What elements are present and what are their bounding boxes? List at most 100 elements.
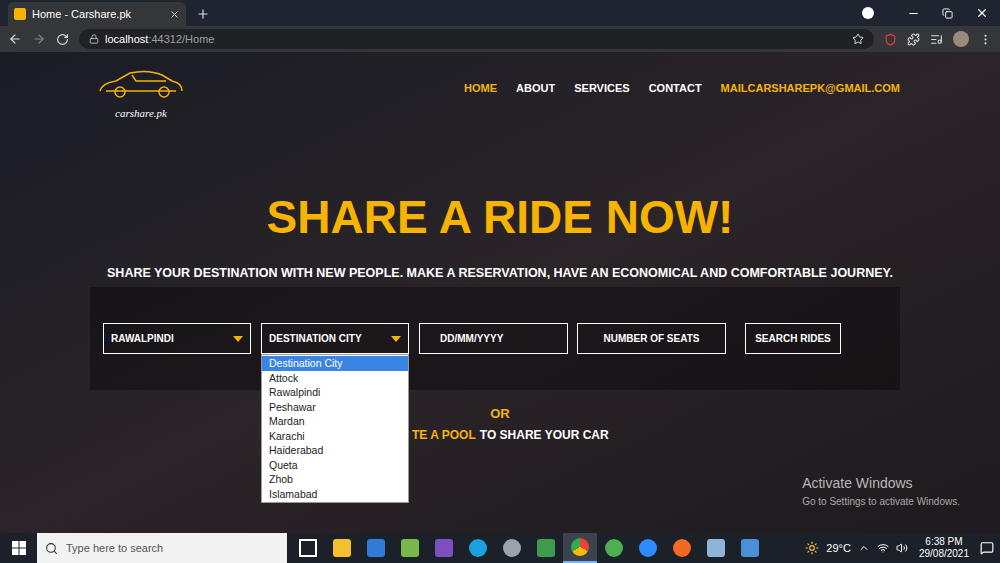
media-icon[interactable] bbox=[930, 33, 943, 46]
hero-subtitle: SHARE YOUR DESTINATION WITH NEW PEOPLE. … bbox=[0, 265, 1000, 281]
destination-option[interactable]: Mardan bbox=[262, 414, 408, 429]
bookmark-star-icon[interactable] bbox=[852, 33, 864, 45]
destination-option[interactable]: Haiderabad bbox=[262, 443, 408, 458]
windows-logo-icon bbox=[12, 541, 26, 555]
create-pool-link[interactable]: TE A POOL bbox=[412, 427, 476, 443]
zoom-app-icon bbox=[639, 539, 657, 557]
weather-icon bbox=[805, 541, 819, 555]
nav-item[interactable]: CONTACT bbox=[649, 80, 702, 97]
excel-app-icon bbox=[537, 539, 555, 557]
explorer-app-icon bbox=[333, 539, 351, 557]
chrome-app-icon bbox=[571, 538, 589, 556]
restore-icon[interactable] bbox=[942, 8, 953, 19]
extension-icon[interactable] bbox=[884, 33, 897, 46]
taskbar-app[interactable] bbox=[529, 533, 563, 563]
taskbar-app[interactable] bbox=[495, 533, 529, 563]
dropdown-arrow-icon bbox=[233, 336, 243, 342]
destination-select[interactable]: DESTINATION CITY bbox=[261, 323, 409, 354]
nav-item[interactable]: ABOUT bbox=[516, 80, 555, 97]
omnibox[interactable]: localhost:44312/Home bbox=[79, 29, 874, 49]
taskbar-app[interactable] bbox=[699, 533, 733, 563]
tab-title: Home - Carshare.pk bbox=[32, 6, 163, 23]
destination-option[interactable]: Destination City bbox=[262, 356, 408, 371]
taskbar-app[interactable] bbox=[427, 533, 461, 563]
date-input[interactable]: DD/MM/YYYY bbox=[419, 323, 568, 354]
extensions-icon[interactable] bbox=[907, 33, 920, 46]
taskbar-app[interactable] bbox=[597, 533, 631, 563]
new-tab-icon[interactable] bbox=[196, 7, 210, 21]
gray-app-icon bbox=[503, 539, 521, 557]
skype-app-icon bbox=[469, 539, 487, 557]
contact-email[interactable]: MAILCARSHAREPK@GMAIL.COM bbox=[721, 80, 900, 97]
volume-icon[interactable] bbox=[896, 542, 908, 554]
taskbar-app[interactable] bbox=[393, 533, 427, 563]
browser-tab[interactable]: Home - Carshare.pk bbox=[8, 2, 186, 26]
minimize-icon[interactable] bbox=[907, 7, 920, 20]
green-app-icon bbox=[605, 539, 623, 557]
destination-option[interactable]: Attock bbox=[262, 371, 408, 386]
hero-title: SHARE A RIDE NOW! bbox=[0, 192, 1000, 242]
toolbar: localhost:44312/Home bbox=[0, 26, 1000, 52]
taskbar-search[interactable]: Type here to search bbox=[37, 533, 287, 563]
favicon-icon bbox=[14, 8, 26, 20]
destination-option[interactable]: Peshawar bbox=[262, 400, 408, 415]
destination-options: Destination CityAttockRawalpindiPeshawar… bbox=[261, 354, 409, 503]
main-nav: HOME ABOUT SERVICES CONTACT MAILCARSHAREPK@G… bbox=[464, 80, 900, 97]
car-logo-icon bbox=[96, 65, 186, 101]
taskview-app-icon bbox=[299, 539, 317, 557]
taskbar-app[interactable] bbox=[359, 533, 393, 563]
taskbar: Type here to search 29°C 6:38 PM29/08/2021 bbox=[0, 533, 1000, 563]
network-icon[interactable] bbox=[877, 542, 889, 554]
destination-option[interactable]: Zhob bbox=[262, 472, 408, 487]
destination-option[interactable]: Rawalpindi bbox=[262, 385, 408, 400]
lock-icon bbox=[89, 34, 99, 44]
nav-item[interactable]: HOME bbox=[464, 80, 497, 97]
seats-input[interactable]: NUMBER OF SEATS bbox=[577, 323, 726, 354]
orange-app-icon bbox=[673, 539, 691, 557]
menu-icon[interactable] bbox=[979, 33, 992, 46]
clock[interactable]: 6:38 PM29/08/2021 bbox=[915, 536, 973, 560]
taskbar-app[interactable] bbox=[291, 533, 325, 563]
taskbar-app[interactable] bbox=[631, 533, 665, 563]
taskbar-app[interactable] bbox=[563, 533, 597, 563]
notifications-icon[interactable] bbox=[980, 541, 994, 555]
forward-icon[interactable] bbox=[32, 32, 46, 46]
or-label: OR bbox=[0, 406, 1000, 422]
dropdown-arrow-icon bbox=[391, 336, 401, 342]
search-rides-button[interactable]: SEARCH RIDES bbox=[745, 323, 841, 354]
media-control-icon[interactable] bbox=[862, 7, 874, 19]
destination-option[interactable]: Queta bbox=[262, 458, 408, 473]
weather[interactable]: 29°C bbox=[826, 540, 851, 557]
files-app-icon bbox=[707, 539, 725, 557]
activation-watermark: Activate WindowsGo to Settings to activa… bbox=[802, 473, 960, 509]
nav-item[interactable]: SERVICES bbox=[574, 80, 629, 97]
camera-app-icon bbox=[741, 539, 759, 557]
tab-strip: Home - Carshare.pk bbox=[0, 0, 1000, 26]
taskbar-app[interactable] bbox=[461, 533, 495, 563]
logo[interactable]: carshare.pk bbox=[95, 55, 187, 122]
url: localhost:44312/Home bbox=[105, 31, 846, 48]
pool-text: TO SHARE YOUR CAR bbox=[480, 427, 609, 443]
close-window-icon[interactable] bbox=[975, 6, 989, 20]
taskbar-app[interactable] bbox=[733, 533, 767, 563]
search-icon bbox=[45, 542, 58, 555]
taskbar-app[interactable] bbox=[325, 533, 359, 563]
logo-text: carshare.pk bbox=[115, 105, 167, 122]
notepad-app-icon bbox=[401, 539, 419, 557]
destination-option[interactable]: Karachi bbox=[262, 429, 408, 444]
tray-expand-icon[interactable] bbox=[858, 542, 870, 554]
vs-app-icon bbox=[435, 539, 453, 557]
origin-select[interactable]: RAWALPINDI bbox=[103, 323, 251, 354]
reload-icon[interactable] bbox=[56, 33, 69, 46]
navbar: carshare.pk HOME ABOUT SERVICES CONTACT MAILC… bbox=[0, 52, 1000, 124]
close-tab-icon[interactable] bbox=[169, 9, 180, 20]
taskbar-app[interactable] bbox=[665, 533, 699, 563]
page: carshare.pk HOME ABOUT SERVICES CONTACT MAILC… bbox=[0, 52, 1000, 533]
back-icon[interactable] bbox=[8, 32, 22, 46]
destination-option[interactable]: Islamabad bbox=[262, 487, 408, 502]
start-button[interactable] bbox=[0, 533, 37, 563]
pool-line: TE A POOLTO SHARE YOUR CAR bbox=[0, 427, 1000, 443]
avatar-icon[interactable] bbox=[953, 31, 969, 47]
screen: Home - Carshare.pk localhost:44312/Home ca… bbox=[0, 0, 1000, 563]
search-panel: RAWALPINDI DESTINATION CITY Destination Ci… bbox=[90, 287, 900, 390]
